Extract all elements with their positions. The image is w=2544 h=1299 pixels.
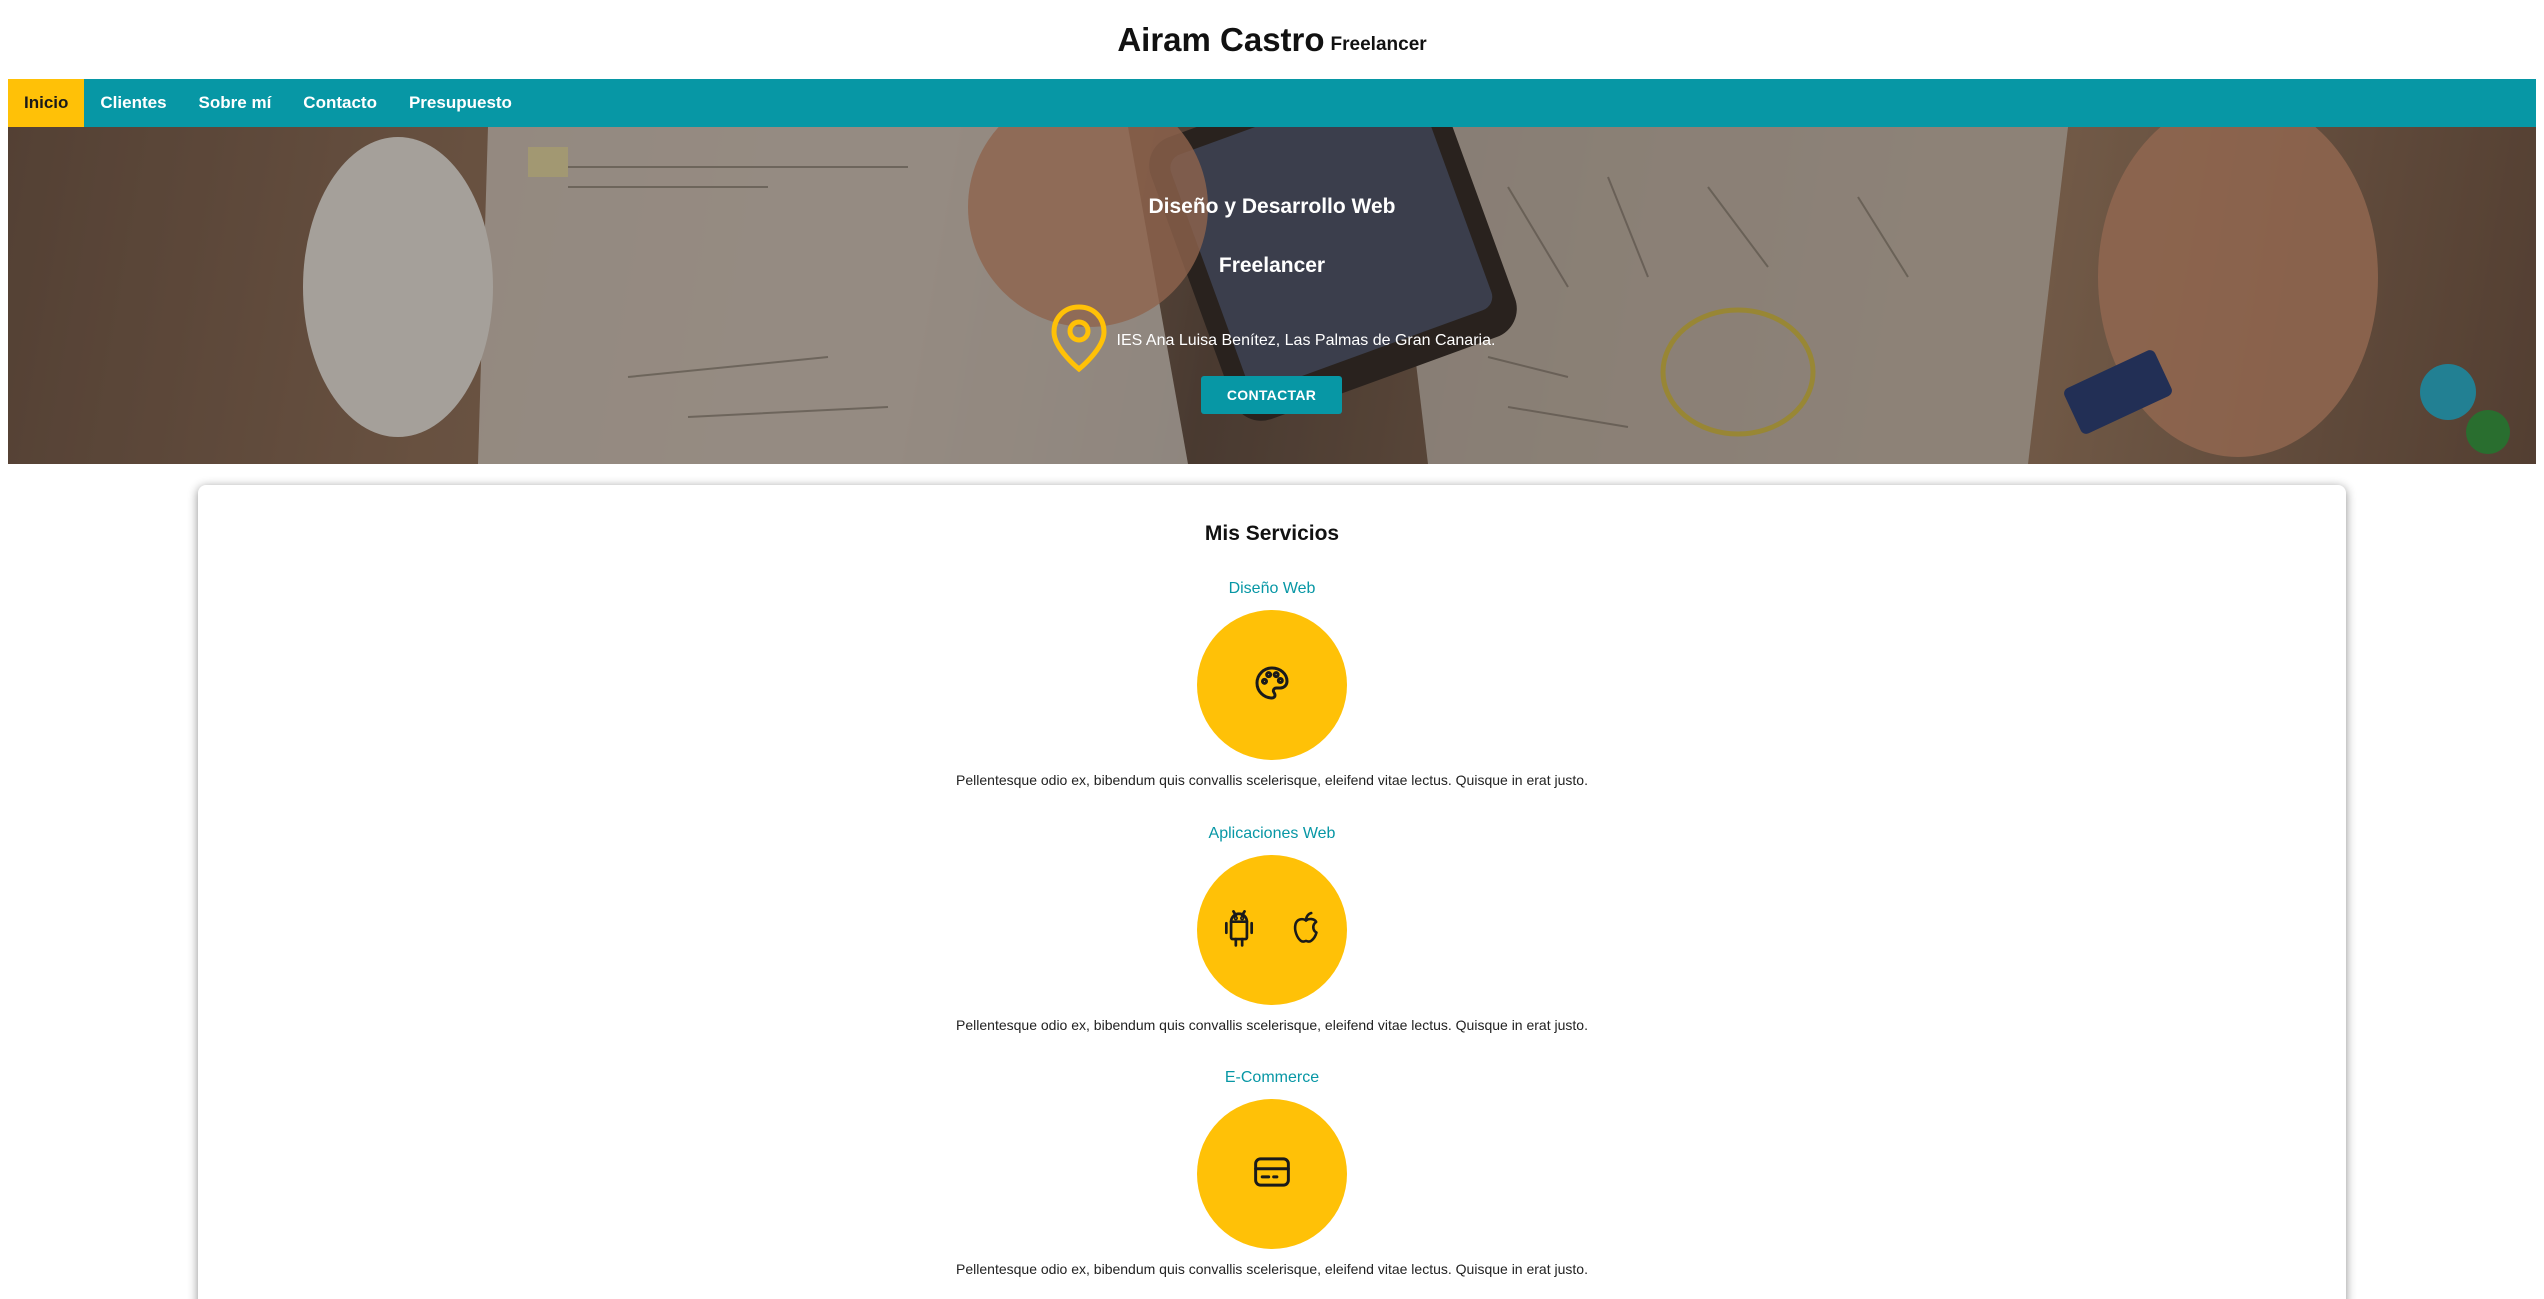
hero-heading: Diseño y Desarrollo Web (1148, 195, 1396, 218)
service-circle (1197, 855, 1347, 1005)
android-icon (1220, 907, 1258, 954)
main-navbar: Inicio Clientes Sobre mí Contacto Presup… (8, 79, 2536, 127)
hero-content: Diseño y Desarrollo Web Freelancer IES A… (8, 127, 2536, 464)
service-description: Pellentesque odio ex, bibendum quis conv… (956, 772, 1588, 788)
hero-location-text: IES Ana Luisa Benítez, Las Palmas de Gra… (1116, 331, 1496, 349)
services-card: Mis Servicios Diseño Web Pellentesque od… (198, 485, 2346, 1299)
service-description: Pellentesque odio ex, bibendum quis conv… (956, 1261, 1588, 1277)
hero-subheading: Freelancer (1218, 254, 1326, 277)
contact-button[interactable]: CONTACTAR (1201, 376, 1342, 414)
palette-icon (1252, 663, 1292, 708)
service-description: Pellentesque odio ex, bibendum quis conv… (956, 1017, 1588, 1033)
service-item: Aplicaciones Web Pellentesque odio ex, b… (198, 825, 2346, 1033)
service-item: Diseño Web Pellentesque odio ex, bibendu… (198, 580, 2346, 788)
site-header: Airam Castro Freelancer (0, 0, 2544, 79)
credit-card-icon (1252, 1154, 1292, 1195)
nav-item-inicio[interactable]: Inicio (8, 79, 85, 127)
service-circle (1197, 610, 1347, 760)
service-name: Aplicaciones Web (1208, 825, 1336, 842)
service-item: E-Commerce Pellentesque odio ex, bibendu… (198, 1069, 2346, 1277)
nav-item-contacto[interactable]: Contacto (287, 79, 393, 127)
site-title: Airam Castro (1117, 20, 1325, 58)
nav-item-sobre-mi[interactable]: Sobre mí (183, 79, 288, 127)
service-name: E-Commerce (1224, 1069, 1320, 1086)
nav-item-presupuesto[interactable]: Presupuesto (393, 79, 528, 127)
hero-location: IES Ana Luisa Benítez, Las Palmas de Gra… (8, 303, 2536, 378)
apple-icon (1288, 908, 1324, 953)
services-title: Mis Servicios (1204, 522, 1340, 545)
service-circle (1197, 1099, 1347, 1249)
site-subtitle: Freelancer (1330, 33, 1427, 55)
hero-banner: Diseño y Desarrollo Web Freelancer IES A… (8, 127, 2536, 464)
service-name: Diseño Web (1228, 580, 1316, 597)
map-pin-icon (1049, 303, 1109, 378)
nav-item-clientes[interactable]: Clientes (84, 79, 182, 127)
